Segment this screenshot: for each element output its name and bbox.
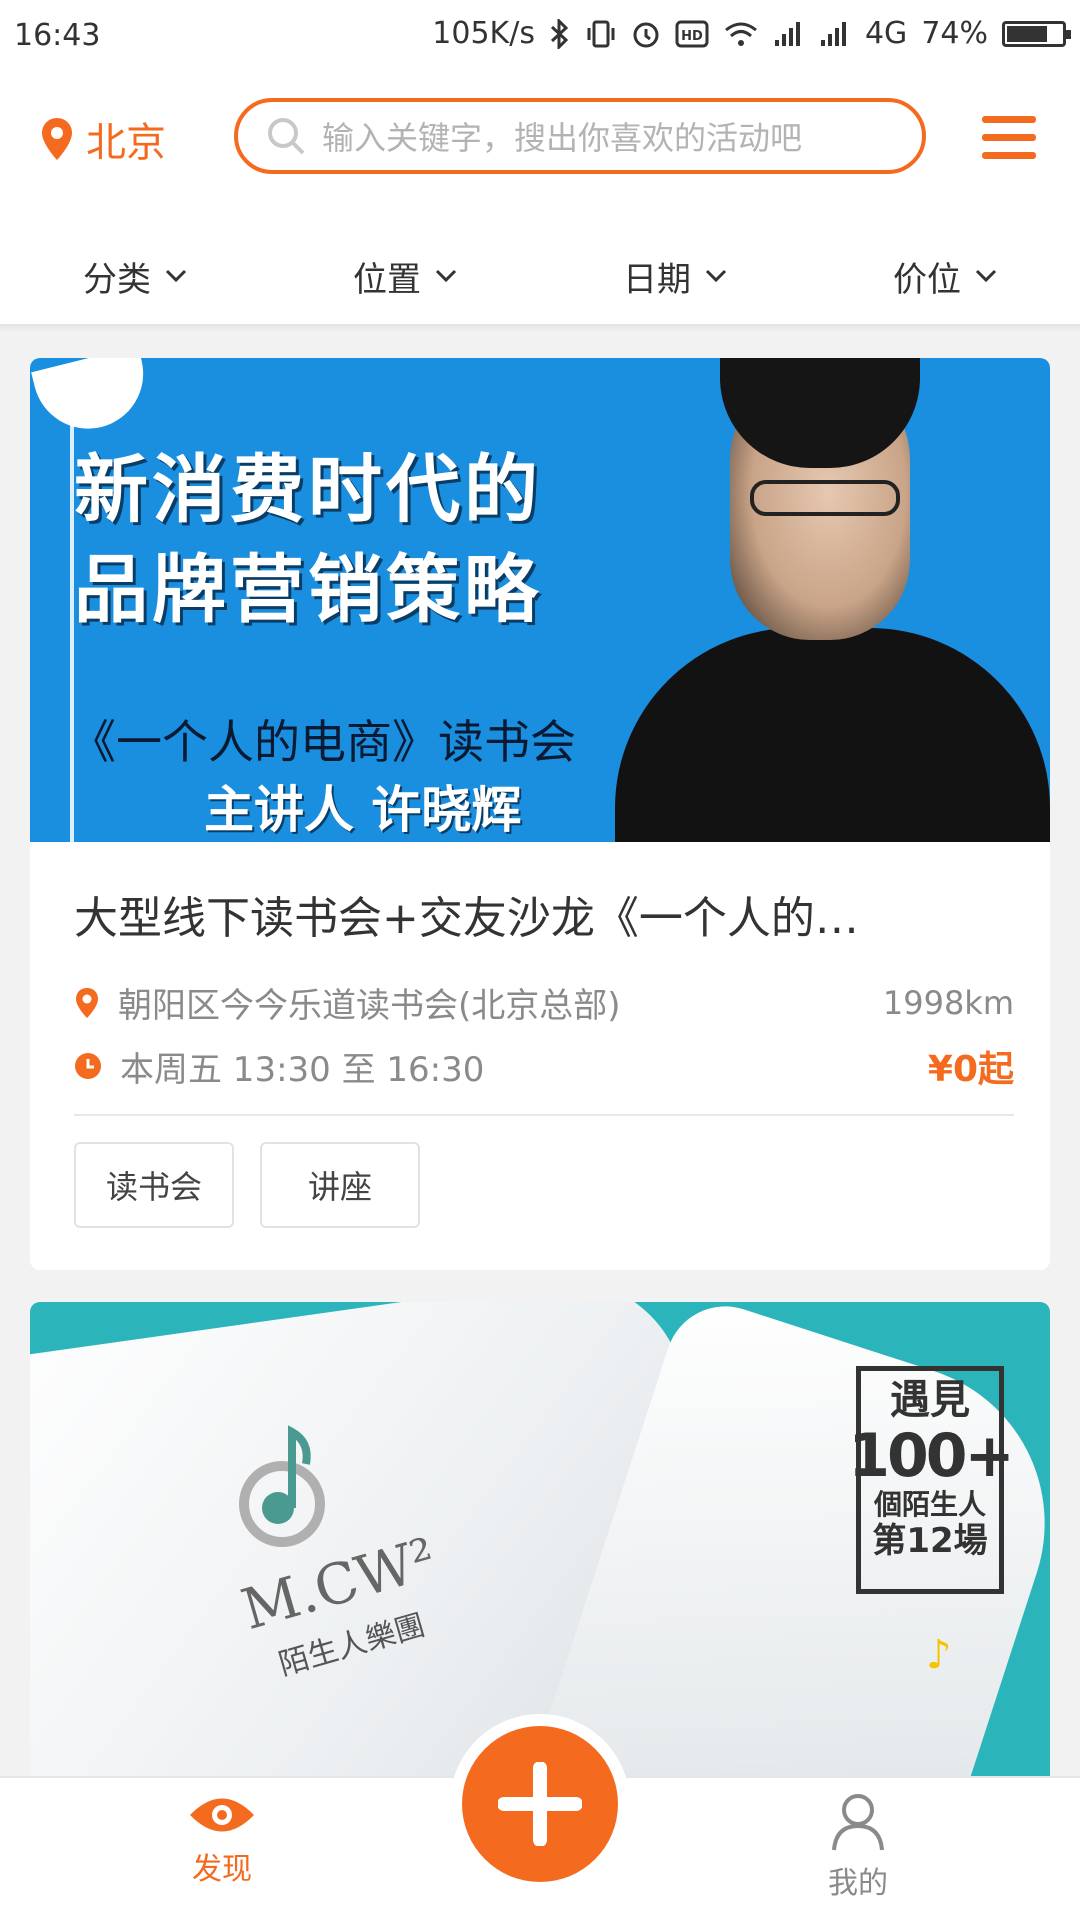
chevron-down-icon: [705, 269, 727, 283]
hd-icon: HD: [675, 20, 709, 47]
banner-speaker: 主讲人 许晓辉: [204, 781, 522, 839]
signal-icon-2: [820, 21, 846, 46]
meet-badge: 遇見 100+ 個陌生人 第12場: [848, 1366, 1015, 1594]
battery-fill: [1007, 25, 1047, 42]
balloon-graphic: [31, 358, 155, 441]
tag-reading-club[interactable]: 读书会: [74, 1142, 234, 1228]
status-bar: 16:43 105K/s HD 4G 74%: [0, 0, 1080, 76]
filter-location[interactable]: 位置: [270, 238, 540, 314]
status-icons: 105K/s HD 4G 74%: [432, 16, 1071, 51]
divider: [74, 1114, 1014, 1116]
network-type: 4G: [864, 16, 908, 51]
filter-date[interactable]: 日期: [540, 238, 810, 314]
meet-line3: 個陌生人: [873, 1488, 986, 1521]
header: 北京 输入关键字，搜出你喜欢的活动吧 分类 位置 日期 价位: [0, 76, 1080, 324]
tag-lecture[interactable]: 讲座: [260, 1142, 420, 1228]
battery-icon: [1002, 20, 1071, 47]
bluetooth-icon: [550, 18, 569, 49]
speaker-photo-shirt: [615, 628, 1050, 842]
vibrate-icon: [587, 20, 615, 47]
search-icon: [268, 118, 305, 155]
location-pin-icon: [76, 987, 98, 1018]
menu-icon[interactable]: [982, 116, 1036, 160]
user-icon: [832, 1794, 884, 1851]
event-banner: 新消费时代的 品牌营销策略 《一个人的电商》读书会 主讲人 许晓辉: [30, 358, 1050, 842]
plus-icon: [498, 1762, 582, 1846]
search-input[interactable]: 输入关键字，搜出你喜欢的活动吧: [234, 98, 926, 174]
event-location-row: 朝阳区今今乐道读书会(北京总部) 1998km: [74, 978, 1014, 1027]
event-time: 本周五 13:30 至 16:30: [120, 1049, 485, 1090]
speaker-photo-glasses: [750, 480, 900, 516]
filter-label: 价位: [893, 259, 961, 300]
alarm-icon: [633, 22, 659, 47]
meet-line1: 遇見: [890, 1377, 970, 1423]
meet-line4: 第12場: [872, 1521, 988, 1561]
city-selector[interactable]: 北京: [40, 110, 166, 168]
chevron-down-icon: [165, 269, 187, 283]
event-distance: 1998km: [882, 983, 1014, 1022]
chevron-down-icon: [975, 269, 997, 283]
add-event-button[interactable]: [462, 1726, 618, 1882]
eye-icon: [190, 1798, 254, 1832]
event-time-row: 本周五 13:30 至 16:30 ¥0起: [74, 1040, 1014, 1092]
nav-label: 我的: [828, 1866, 888, 1901]
music-note-icon: ♪: [926, 1632, 952, 1678]
event-title[interactable]: 大型线下读书会+交友沙龙《一个人的…: [74, 882, 1014, 946]
filter-bar: 分类 位置 日期 价位: [0, 238, 1080, 314]
event-price: ¥0起: [927, 1049, 1014, 1090]
filter-category[interactable]: 分类: [0, 238, 270, 314]
status-time: 16:43: [14, 18, 101, 53]
banner-title-line1: 新消费时代的: [74, 447, 542, 533]
banner-subtitle: 《一个人的电商》读书会: [70, 715, 576, 769]
nav-label: 发现: [192, 1852, 252, 1887]
filter-price[interactable]: 价位: [810, 238, 1080, 314]
event-tags: 读书会 讲座: [74, 1142, 420, 1228]
city-label: 北京: [86, 120, 166, 166]
filter-label: 位置: [353, 259, 421, 300]
network-speed: 105K/s: [432, 16, 535, 51]
signal-icon: [774, 21, 800, 46]
event-card[interactable]: 新消费时代的 品牌营销策略 《一个人的电商》读书会 主讲人 许晓辉 大型线下读书…: [30, 358, 1050, 1270]
clock-icon: [75, 1053, 101, 1079]
meet-line2: 100+: [848, 1421, 1015, 1491]
filter-label: 日期: [623, 259, 691, 300]
search-placeholder: 输入关键字，搜出你喜欢的活动吧: [322, 119, 803, 157]
nav-mine[interactable]: 我的: [768, 1792, 948, 1902]
svg-text:HD: HD: [681, 29, 703, 44]
music-note-logo-icon: [239, 1425, 325, 1547]
banner-title-line2: 品牌营销策略: [74, 547, 542, 633]
chevron-down-icon: [435, 269, 457, 283]
event-location: 朝阳区今今乐道读书会(北京总部): [118, 986, 621, 1026]
filter-label: 分类: [83, 259, 151, 300]
nav-discover[interactable]: 发现: [132, 1792, 312, 1888]
battery-percent: 74%: [921, 16, 988, 51]
location-pin-icon: [42, 118, 72, 160]
header-shadow: [0, 324, 1080, 332]
wifi-icon: [725, 22, 757, 46]
